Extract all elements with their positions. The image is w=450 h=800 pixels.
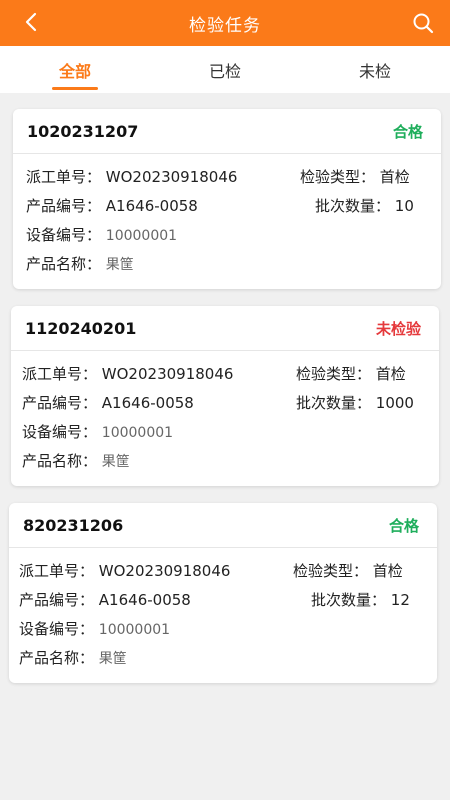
inspect-type-row: 检验类型： 首检 [293,560,403,581]
tab-all[interactable]: 全部 [0,46,150,93]
dispatch-no-label: 派工单号： [26,168,102,186]
tab-inspected[interactable]: 已检 [150,46,300,93]
inspect-type-row: 检验类型： 首检 [296,363,406,384]
page-title: 检验任务 [189,15,261,36]
status-badge: 合格 [388,516,419,535]
product-name-row: 产品名称： 果筐 [19,647,127,668]
product-name-label: 产品名称： [19,649,95,667]
device-no-value: 10000001 [101,425,174,441]
filter-tabs: 全部 已检 未检 [0,46,450,93]
product-name-value: 果筐 [98,651,127,667]
product-name-label: 产品名称： [26,255,102,273]
product-no-row: 产品编号： A1646-0058 [22,392,194,413]
inspect-type-value: 首检 [375,365,406,383]
inspect-type-value: 首检 [379,168,410,186]
search-button[interactable] [412,12,436,36]
device-no-row: 设备编号： 10000001 [19,618,170,639]
dispatch-no-value: WO20230918046 [98,562,231,580]
product-no-value: A1646-0058 [105,197,198,215]
task-card[interactable]: 1120240201 未检验 派工单号： WO20230918046 产品编号：… [11,306,439,486]
dispatch-no-label: 派工单号： [19,562,95,580]
app-header: 检验任务 [0,0,450,46]
device-no-value: 10000001 [98,622,171,638]
card-body: 派工单号： WO20230918046 产品编号： A1646-0058 设备编… [11,351,439,484]
status-badge: 未检验 [375,319,421,338]
product-name-row: 产品名称： 果筐 [22,450,130,471]
product-no-value: A1646-0058 [101,394,194,412]
device-no-row: 设备编号： 10000001 [26,224,177,245]
search-icon [413,13,434,34]
dispatch-no-row: 派工单号： WO20230918046 [19,560,230,581]
status-badge: 合格 [392,122,423,141]
device-no-label: 设备编号： [19,620,95,638]
product-no-value: A1646-0058 [98,591,191,609]
inspect-type-label: 检验类型： [300,168,376,186]
device-no-row: 设备编号： 10000001 [22,421,173,442]
card-header: 1120240201 未检验 [11,306,439,351]
batch-qty-row: 批次数量： 12 [311,589,410,610]
device-no-label: 设备编号： [26,226,102,244]
dispatch-no-value: WO20230918046 [101,365,234,383]
card-header: 820231206 合格 [9,503,437,548]
product-no-row: 产品编号： A1646-0058 [19,589,191,610]
dispatch-no-label: 派工单号： [22,365,98,383]
product-name-row: 产品名称： 果筐 [26,253,134,274]
task-card[interactable]: 820231206 合格 派工单号： WO20230918046 产品编号： A… [9,503,437,683]
device-no-value: 10000001 [105,228,178,244]
dispatch-no-value: WO20230918046 [105,168,238,186]
dispatch-no-row: 派工单号： WO20230918046 [22,363,233,384]
batch-qty-label: 批次数量： [311,591,387,609]
batch-qty-row: 批次数量： 1000 [296,392,414,413]
inspect-type-label: 检验类型： [296,365,372,383]
task-id: 820231206 [23,515,124,535]
product-no-row: 产品编号： A1646-0058 [26,195,198,216]
inspect-type-label: 检验类型： [293,562,369,580]
batch-qty-value: 10 [394,197,414,215]
product-no-label: 产品编号： [22,394,98,412]
dispatch-no-row: 派工单号： WO20230918046 [26,166,237,187]
chevron-left-icon [25,12,37,32]
tab-uninspected[interactable]: 未检 [300,46,450,93]
tab-label: 已检 [208,61,241,81]
tab-label: 全部 [58,61,91,81]
task-id: 1020231207 [27,121,139,141]
device-no-label: 设备编号： [22,423,98,441]
card-header: 1020231207 合格 [13,109,441,154]
product-no-label: 产品编号： [19,591,95,609]
product-name-label: 产品名称： [22,452,98,470]
tab-label: 未检 [358,61,391,81]
batch-qty-value: 1000 [375,394,414,412]
inspect-type-row: 检验类型： 首检 [300,166,410,187]
task-id: 1120240201 [25,318,137,338]
card-body: 派工单号： WO20230918046 产品编号： A1646-0058 设备编… [13,154,441,287]
batch-qty-row: 批次数量： 10 [315,195,414,216]
product-no-label: 产品编号： [26,197,102,215]
product-name-value: 果筐 [105,257,134,273]
product-name-value: 果筐 [101,454,130,470]
card-body: 派工单号： WO20230918046 产品编号： A1646-0058 设备编… [9,548,437,681]
back-button[interactable] [20,10,42,34]
inspect-type-value: 首检 [372,562,403,580]
batch-qty-label: 批次数量： [296,394,372,412]
batch-qty-value: 12 [390,591,410,609]
task-card[interactable]: 1020231207 合格 派工单号： WO20230918046 产品编号： … [13,109,441,289]
batch-qty-label: 批次数量： [315,197,391,215]
